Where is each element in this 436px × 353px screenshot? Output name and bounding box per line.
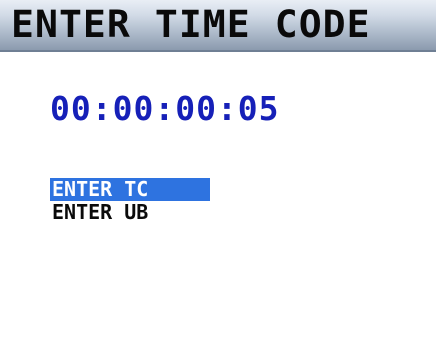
timecode-display[interactable]: 00:00:00:05 xyxy=(50,84,280,134)
menu-item-enter-tc[interactable]: ENTER TC xyxy=(50,178,210,201)
menu-list: ENTER TC ENTER UB xyxy=(50,178,220,224)
menu-item-enter-ub[interactable]: ENTER UB xyxy=(50,201,220,224)
title-bar: ENTER TIME CODE xyxy=(0,0,436,52)
page-title: ENTER TIME CODE xyxy=(11,3,371,46)
device-screen: ENTER TIME CODE 00:00:00:05 ENTER TC ENT… xyxy=(0,0,436,353)
